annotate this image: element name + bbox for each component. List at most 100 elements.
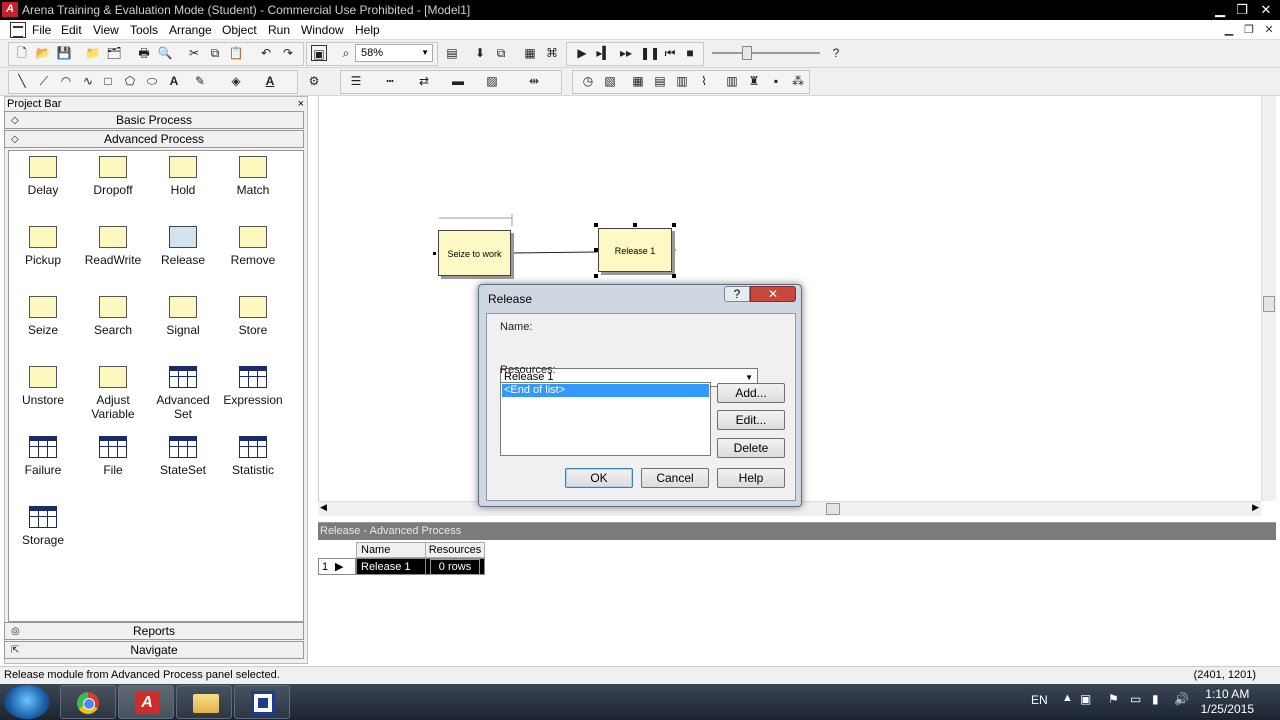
module-unstore[interactable]: Unstore: [8, 366, 78, 407]
panel-tab-navigate[interactable]: ⇱ Navigate: [4, 641, 304, 659]
view-all-icon[interactable]: ▣: [311, 45, 327, 61]
queue-icon[interactable]: ▥: [724, 73, 740, 89]
scroll-left-icon[interactable]: ◀: [320, 502, 327, 513]
ellipse-icon[interactable]: ⬭: [144, 73, 160, 89]
run-go-icon[interactable]: ▶: [574, 45, 590, 61]
bezier-icon[interactable]: ∿: [80, 73, 96, 89]
module-adjust-variable[interactable]: Adjust Variable: [78, 366, 148, 421]
menu-arrange[interactable]: Arrange: [169, 23, 212, 37]
template-attach-icon[interactable]: 📁: [85, 45, 101, 61]
dialog-help-icon[interactable]: ?: [724, 286, 750, 302]
panel-tab-reports[interactable]: ◎ Reports: [4, 622, 304, 640]
line-pattern-icon[interactable]: ▬: [450, 73, 466, 89]
selection-handle[interactable]: [594, 223, 598, 227]
line-width-icon[interactable]: ☰: [348, 73, 364, 89]
panel-tab-advanced-process[interactable]: ◇ Advanced Process: [4, 130, 304, 148]
menu-window[interactable]: Window: [301, 23, 344, 37]
module-expression[interactable]: Expression: [218, 366, 288, 407]
zoom-select[interactable]: 58% ▼: [355, 44, 433, 62]
module-dropoff[interactable]: Dropoff: [78, 156, 148, 197]
polyline-icon[interactable]: ⟋: [36, 73, 52, 89]
cancel-button[interactable]: Cancel: [641, 468, 709, 488]
fill-pattern-icon[interactable]: ▨: [484, 73, 500, 89]
fill-color-icon[interactable]: ◈: [228, 73, 244, 89]
vertical-scroll-thumb[interactable]: [1263, 296, 1275, 312]
undo-icon[interactable]: ↶: [258, 45, 274, 61]
box-icon[interactable]: □: [100, 73, 116, 89]
mdi-close-button[interactable]: ✕: [1261, 23, 1277, 37]
module-pickup[interactable]: Pickup: [8, 226, 78, 267]
variable-icon[interactable]: ▦: [630, 73, 646, 89]
plot-icon[interactable]: ⌇: [696, 73, 712, 89]
entry-point-handle[interactable]: [433, 252, 436, 255]
selection-handle[interactable]: [594, 248, 598, 252]
tray-volume-icon[interactable]: 🔊: [1174, 692, 1189, 706]
level-icon[interactable]: ▤: [652, 73, 668, 89]
taskbar-chrome[interactable]: [60, 685, 116, 719]
tray-flag-icon[interactable]: ⚑: [1108, 692, 1119, 706]
menu-help[interactable]: Help: [355, 23, 380, 37]
column-header-name[interactable]: Name: [356, 542, 426, 558]
scroll-right-icon[interactable]: ▶: [1252, 502, 1259, 513]
tray-network-icon[interactable]: ▮: [1152, 692, 1159, 706]
clock-icon[interactable]: ◷: [580, 73, 596, 89]
new-icon[interactable]: 🗋: [14, 45, 30, 61]
selection-handle[interactable]: [672, 223, 676, 227]
cell-resources[interactable]: 0 rows: [425, 558, 485, 575]
polygon-icon[interactable]: ⬠: [122, 73, 138, 89]
menu-object[interactable]: Object: [222, 23, 257, 37]
text-color-icon[interactable]: A: [262, 73, 278, 89]
menu-edit[interactable]: Edit: [61, 23, 82, 37]
edit-button[interactable]: Edit...: [717, 410, 785, 430]
resources-rows-button[interactable]: 0 rows: [429, 559, 481, 575]
mdi-minimize-button[interactable]: ▁: [1221, 23, 1237, 37]
restore-button[interactable]: ❐: [1230, 1, 1254, 18]
module-remove[interactable]: Remove: [218, 226, 288, 267]
save-icon[interactable]: 💾: [56, 45, 72, 61]
language-indicator[interactable]: EN: [1031, 693, 1048, 707]
animation-speed-slider[interactable]: [712, 46, 820, 60]
project-bar-close-icon[interactable]: ×: [298, 97, 304, 111]
selection-handle[interactable]: [633, 223, 637, 227]
module-file[interactable]: File: [78, 436, 148, 477]
align-icon[interactable]: ⇹: [526, 73, 542, 89]
background-color-icon[interactable]: ⚙: [306, 73, 322, 89]
submodel-icon[interactable]: ⌘: [544, 45, 560, 61]
fast-forward-icon[interactable]: ▸▸: [618, 45, 634, 61]
module-statistic[interactable]: Statistic: [218, 436, 288, 477]
layers-icon[interactable]: ▤: [444, 45, 460, 61]
seize-module-shape[interactable]: Seize to work: [438, 230, 511, 276]
row-header[interactable]: 1 ▶: [318, 558, 356, 575]
module-failure[interactable]: Failure: [8, 436, 78, 477]
arc-icon[interactable]: ◠: [58, 73, 74, 89]
cut-icon[interactable]: ✂: [186, 45, 202, 61]
taskbar-model[interactable]: [234, 685, 290, 719]
delete-button[interactable]: Delete: [717, 438, 785, 458]
cell-name[interactable]: Release 1: [356, 558, 426, 575]
module-signal[interactable]: Signal: [148, 296, 218, 337]
minimize-button[interactable]: ▁: [1208, 1, 1232, 18]
module-match[interactable]: Match: [218, 156, 288, 197]
taskbar-clock[interactable]: 1:10 AM 1/25/2015: [1201, 687, 1254, 717]
station-icon[interactable]: ⧉: [493, 45, 509, 61]
column-header-resources[interactable]: Resources: [425, 542, 485, 558]
line-icon[interactable]: ╲: [14, 73, 30, 89]
line-style-icon[interactable]: ┅: [382, 73, 398, 89]
line-color-icon[interactable]: ✎: [192, 73, 208, 89]
module-readwrite[interactable]: ReadWrite: [78, 226, 148, 267]
menu-run[interactable]: Run: [268, 23, 290, 37]
help-button[interactable]: Help: [717, 468, 785, 488]
close-window-button[interactable]: ✕: [1254, 1, 1278, 18]
module-hold[interactable]: Hold: [148, 156, 218, 197]
print-icon[interactable]: 🖶: [136, 45, 152, 61]
menu-view[interactable]: View: [93, 23, 119, 37]
template-detach-icon[interactable]: 🗂: [106, 45, 122, 61]
module-storage[interactable]: Storage: [8, 506, 78, 547]
open-icon[interactable]: 📂: [35, 45, 51, 61]
menu-tools[interactable]: Tools: [130, 23, 158, 37]
menu-file[interactable]: File: [32, 23, 51, 37]
module-store[interactable]: Store: [218, 296, 288, 337]
selection-handle[interactable]: [672, 274, 676, 278]
horizontal-scroll-thumb[interactable]: [826, 503, 840, 515]
start-over-icon[interactable]: ⏮: [662, 45, 678, 61]
